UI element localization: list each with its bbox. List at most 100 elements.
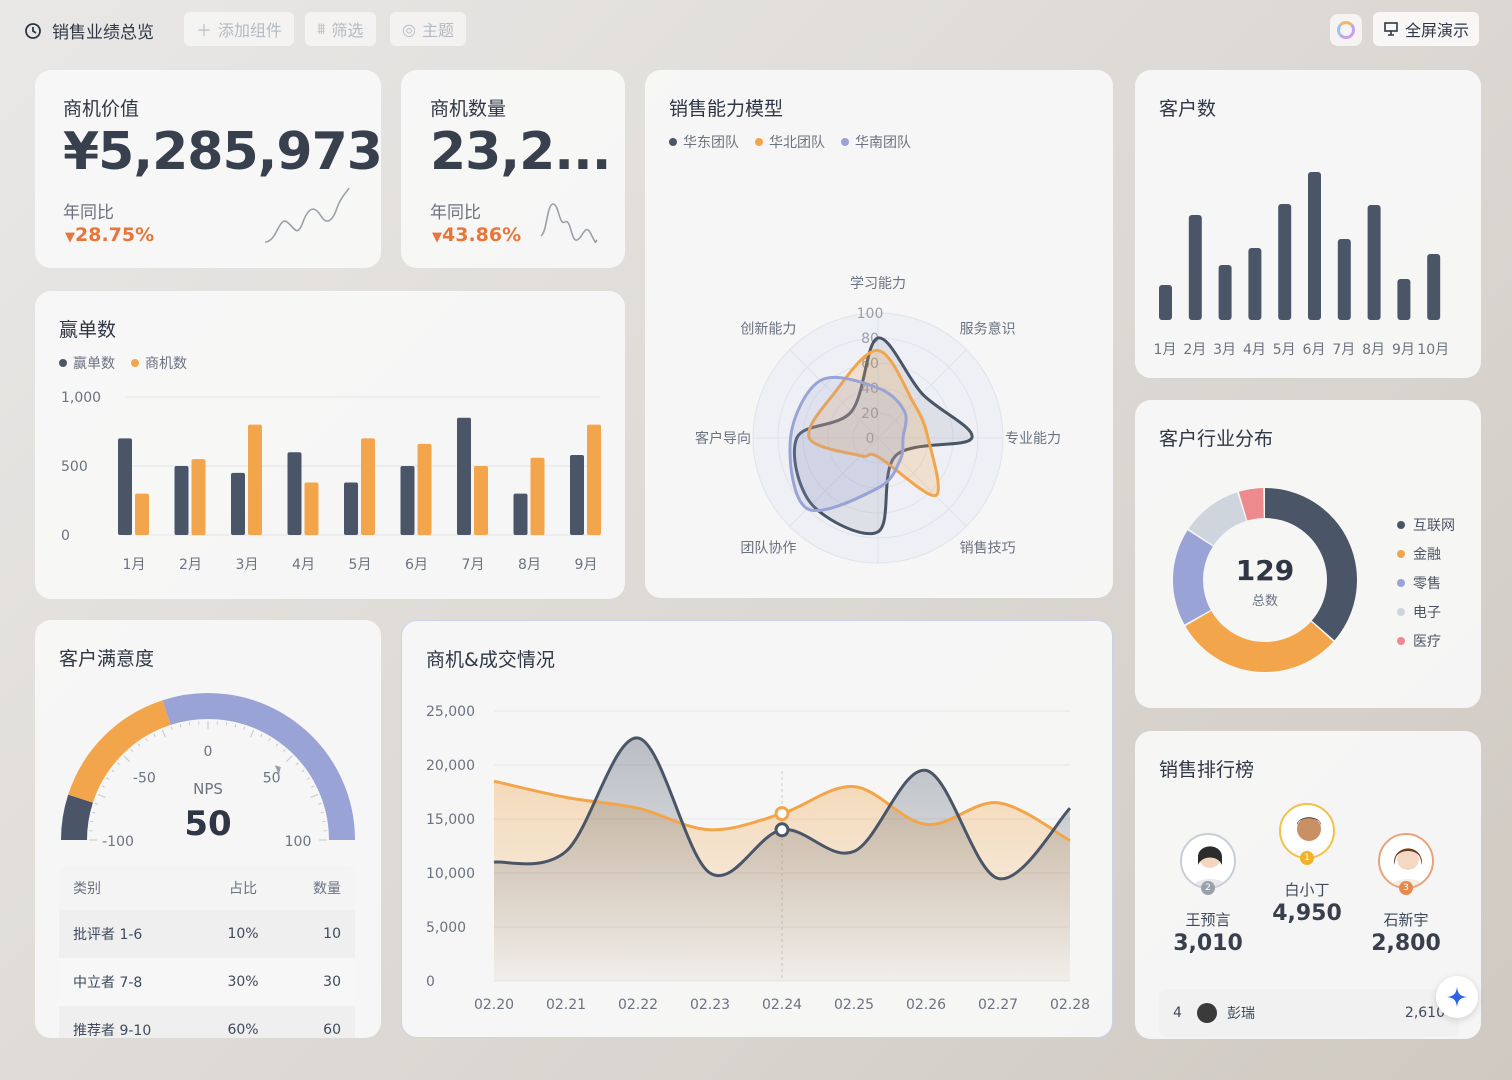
rank-name: 白小丁 bbox=[1284, 881, 1330, 899]
assistant-button[interactable] bbox=[1330, 14, 1362, 46]
kpi-yoy-text: 28.75% bbox=[75, 224, 155, 246]
x-tick-label: 02.26 bbox=[906, 997, 946, 1013]
gauge-tick bbox=[295, 762, 299, 766]
customer-count-card: 客户数 1月 2月 3月 4月 5月 6月 7月 8月 9月 10月 bbox=[1135, 70, 1481, 378]
rank-badge: 2 bbox=[1201, 881, 1215, 895]
bar bbox=[1218, 265, 1232, 320]
x-tick-label: 8月 bbox=[518, 557, 541, 573]
x-tick-label: 3月 bbox=[1213, 342, 1236, 358]
fullscreen-button[interactable]: 全屏演示 bbox=[1373, 12, 1480, 46]
app-title: 销售业绩总览 bbox=[24, 18, 154, 43]
bar bbox=[248, 424, 262, 535]
legend-item[interactable]: 零售 bbox=[1397, 568, 1455, 597]
x-tick-label: 2月 bbox=[179, 557, 202, 573]
y-tick-label: 10,000 bbox=[426, 866, 475, 882]
gauge-tick bbox=[260, 733, 263, 737]
card-title: 商机&成交情况 bbox=[426, 649, 555, 671]
legend-item[interactable]: 华南团队 bbox=[841, 132, 911, 152]
x-tick-label: 9月 bbox=[1392, 342, 1415, 358]
ranking-row[interactable]: 4 彭瑞 2,610 bbox=[1159, 989, 1459, 1037]
column-header: 类别 bbox=[73, 881, 101, 897]
card-title: 销售排行榜 bbox=[1159, 759, 1255, 781]
bar bbox=[474, 466, 488, 535]
cell-type: 批评者 1-6 bbox=[73, 927, 143, 943]
plus-icon: ＋ bbox=[196, 21, 213, 40]
kpi-value: 23,2... bbox=[430, 122, 612, 182]
x-tick-label: 1月 bbox=[1154, 342, 1177, 358]
x-tick-label: 6月 bbox=[405, 557, 428, 573]
gauge-value: 50 bbox=[184, 804, 232, 844]
legend-item[interactable]: 华北团队 bbox=[755, 132, 825, 152]
legend-item[interactable]: 华东团队 bbox=[669, 132, 739, 152]
x-tick-label: 3月 bbox=[236, 557, 259, 573]
gauge-tick bbox=[311, 785, 315, 788]
legend-item[interactable]: 互联网 bbox=[1397, 510, 1455, 539]
page-title: 销售业绩总览 bbox=[52, 23, 154, 43]
y-tick-label: 1,000 bbox=[61, 390, 101, 406]
kpi-yoy-value: ▼28.75% bbox=[65, 224, 154, 246]
gauge-tick bbox=[137, 743, 141, 747]
bar bbox=[530, 457, 545, 535]
rank-badge: 1 bbox=[1300, 851, 1314, 865]
legend-label: 华东团队 bbox=[683, 135, 739, 151]
gauge-tick bbox=[234, 724, 237, 728]
gauge-tick bbox=[282, 749, 286, 753]
x-tick-label: 7月 bbox=[462, 557, 485, 573]
top-bar: 销售业绩总览 ＋ 添加组件 ⩩ 筛选 ◎ 主题 全屏演示 bbox=[0, 0, 1512, 60]
gauge-tick bbox=[145, 738, 148, 742]
radar-chart: 学习能力服务意识专业能力销售技巧目标导向团队协作客户导向创新能力10080604… bbox=[695, 276, 1061, 564]
x-tick-label: 2月 bbox=[1183, 342, 1206, 358]
table-row: 批评者 1-6 10% 10 bbox=[59, 910, 355, 958]
legend-label: 电子 bbox=[1413, 604, 1441, 621]
legend-label: 华南团队 bbox=[855, 135, 911, 151]
legend-label: 金融 bbox=[1413, 546, 1441, 563]
cell-count: 60 bbox=[323, 1022, 341, 1038]
x-tick-label: 02.23 bbox=[690, 997, 730, 1013]
bar bbox=[304, 482, 319, 535]
x-tick-label: 4月 bbox=[1243, 342, 1266, 358]
legend-label: 零售 bbox=[1413, 575, 1441, 592]
legend-item[interactable]: 金融 bbox=[1397, 539, 1455, 568]
gauge-tick-label: 100 bbox=[285, 834, 312, 850]
card-title: 商机价值 bbox=[63, 98, 140, 120]
legend-dot bbox=[1397, 636, 1405, 645]
gauge-tick bbox=[92, 811, 96, 814]
legend-item[interactable]: 电子 bbox=[1397, 597, 1455, 626]
x-tick-label: 02.25 bbox=[834, 997, 874, 1013]
x-tick-label: 02.27 bbox=[978, 997, 1018, 1013]
gauge-tick bbox=[301, 769, 305, 773]
radar-axis-label: 服务意识 bbox=[960, 320, 1016, 337]
ai-assistant-button[interactable] bbox=[1436, 976, 1478, 1018]
down-triangle-icon: ▼ bbox=[432, 230, 442, 245]
legend-dot bbox=[1397, 607, 1405, 616]
legend-dot bbox=[59, 359, 67, 367]
kpi-yoy-label: 年同比 bbox=[63, 203, 114, 223]
theme-label: 主题 bbox=[421, 21, 454, 40]
data-point-highlight bbox=[774, 806, 790, 822]
legend-item[interactable]: 商机数 bbox=[131, 353, 187, 373]
donut-slice bbox=[1173, 530, 1213, 625]
add-widget-button[interactable]: ＋ 添加组件 bbox=[184, 12, 295, 46]
gauge-tick bbox=[286, 755, 293, 762]
rank-badge: 3 bbox=[1399, 881, 1413, 895]
x-tick-label: 5月 bbox=[349, 557, 372, 573]
sales-capability-card: 销售能力模型 华东团队 华北团队 华南团队 学习能力服务意识专业能力销售技巧目标… bbox=[645, 70, 1113, 598]
filter-button[interactable]: ⩩ 筛选 bbox=[305, 12, 376, 46]
bar bbox=[135, 493, 149, 535]
gauge-tick bbox=[130, 749, 134, 753]
gauge-tick bbox=[170, 726, 173, 730]
kpi-yoy-text: 43.86% bbox=[442, 224, 522, 246]
donut-slice bbox=[1185, 611, 1334, 672]
legend-item[interactable]: 医疗 bbox=[1397, 626, 1455, 655]
x-tick-label: 02.21 bbox=[546, 997, 586, 1013]
ring-icon bbox=[1337, 21, 1355, 39]
theme-button[interactable]: ◎ 主题 bbox=[390, 12, 466, 46]
legend-dot bbox=[1397, 549, 1405, 558]
rank-name: 石新宇 bbox=[1383, 911, 1429, 929]
legend-item[interactable]: 赢单数 bbox=[59, 353, 115, 373]
gauge-tick bbox=[123, 755, 130, 762]
gauge-tick bbox=[243, 726, 246, 730]
legend-dot bbox=[1397, 578, 1405, 587]
data-point-highlight bbox=[774, 822, 790, 838]
y-tick-label: 0 bbox=[61, 528, 70, 544]
